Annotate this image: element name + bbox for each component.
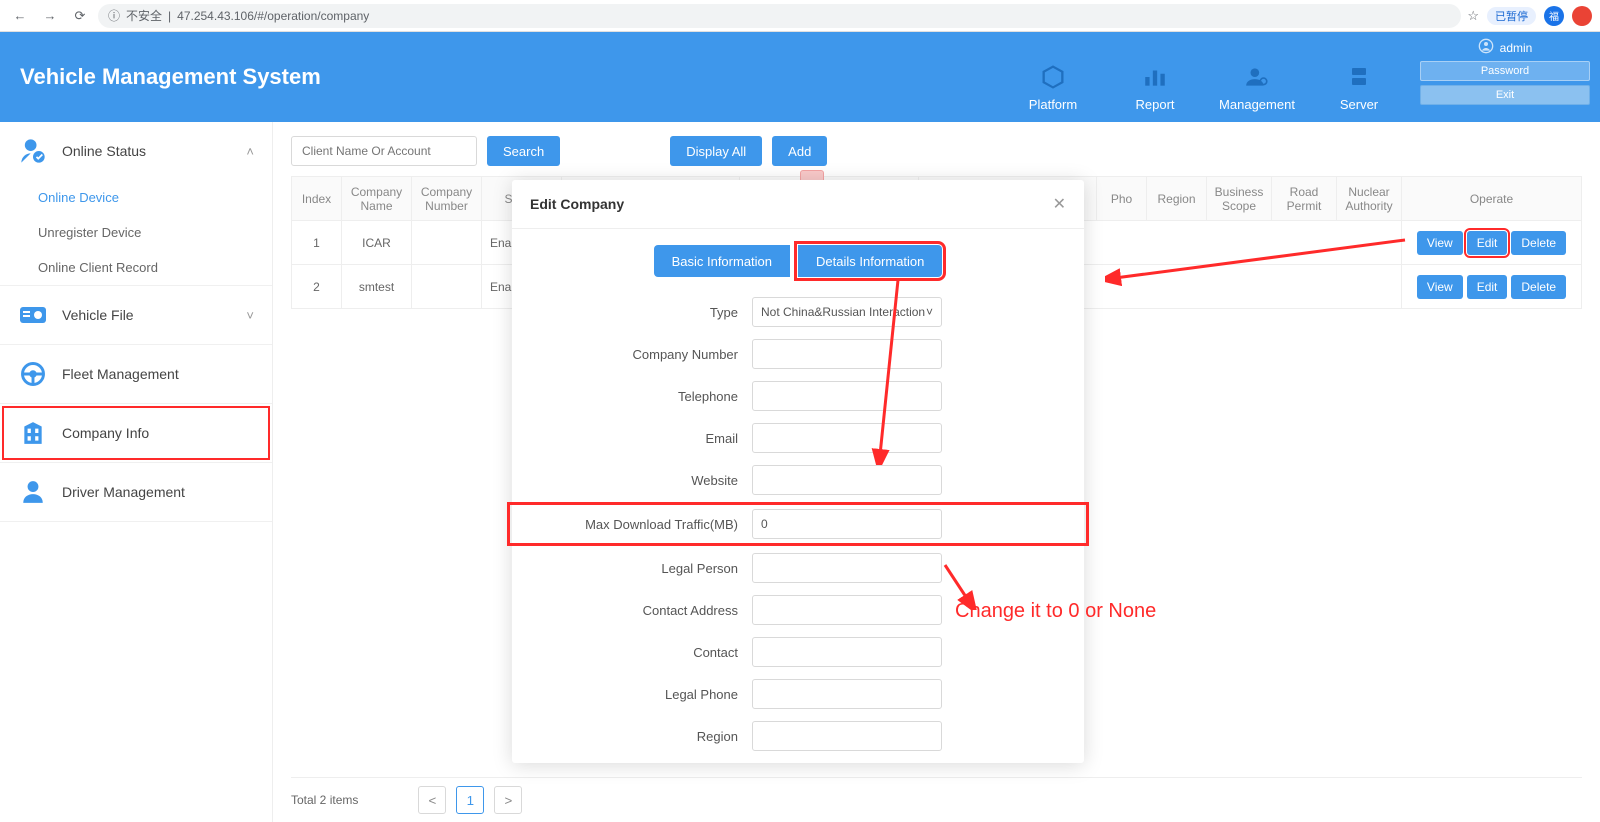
next-page[interactable]: >: [494, 786, 522, 814]
page-1[interactable]: 1: [456, 786, 484, 814]
info-icon: ⓘ: [108, 7, 120, 24]
sidebar-company-info[interactable]: Company Info: [0, 404, 272, 462]
row-contact: Contact: [512, 637, 1084, 667]
email-input[interactable]: [752, 423, 942, 453]
chevron-down-icon: ˅: [926, 305, 933, 319]
nav-platform[interactable]: Platform: [1002, 59, 1104, 122]
exit-button[interactable]: Exit: [1420, 85, 1590, 105]
driver-icon: [18, 477, 48, 507]
row-company-number: Company Number: [512, 339, 1084, 369]
insecure-label: 不安全: [126, 7, 162, 24]
display-all-button[interactable]: Display All: [670, 136, 762, 166]
annotation-text: Change it to 0 or None: [955, 600, 1156, 623]
url-separator: |: [168, 9, 171, 23]
max-download-input[interactable]: [752, 509, 942, 539]
view-button[interactable]: View: [1417, 231, 1463, 255]
sidebar-online-status[interactable]: Online Status ˄: [0, 122, 272, 180]
car-file-icon: [18, 300, 48, 330]
building-icon: [18, 418, 48, 448]
user-gear-icon: [1206, 59, 1308, 95]
company-number-input[interactable]: [752, 339, 942, 369]
sidebar-unregister-device[interactable]: Unregister Device: [38, 215, 272, 250]
row-legal-phone: Legal Phone: [512, 679, 1084, 709]
pagination: Total 2 items < 1 >: [291, 777, 1582, 822]
password-button[interactable]: Password: [1420, 61, 1590, 81]
nav-report[interactable]: Report: [1104, 59, 1206, 122]
sidebar-online-client-record[interactable]: Online Client Record: [38, 250, 272, 285]
search-button[interactable]: Search: [487, 136, 560, 166]
chevron-down-icon: ˅: [246, 308, 254, 323]
legal-phone-input[interactable]: [752, 679, 942, 709]
sidebar-online-device[interactable]: Online Device: [38, 180, 272, 215]
user-avatar-icon: [1478, 38, 1494, 57]
main-nav: Platform Report Management Server: [1002, 32, 1410, 122]
row-region: Region: [512, 721, 1084, 751]
add-button[interactable]: Add: [772, 136, 827, 166]
total-label: Total 2 items: [291, 793, 358, 807]
legal-person-input[interactable]: [752, 553, 942, 583]
row-telephone: Telephone: [512, 381, 1084, 411]
edit-company-modal: Edit Company ✕ Basic Information Details…: [512, 180, 1084, 763]
app-title: Vehicle Management System: [0, 32, 321, 122]
website-input[interactable]: [752, 465, 942, 495]
sidebar-vehicle-file[interactable]: Vehicle File ˅: [0, 286, 272, 344]
url-bar[interactable]: ⓘ 不安全 | 47.254.43.106/#/operation/compan…: [98, 4, 1461, 28]
tab-basic-info[interactable]: Basic Information: [654, 245, 790, 277]
star-icon[interactable]: ☆: [1467, 8, 1479, 24]
back-icon[interactable]: ←: [8, 4, 32, 28]
delete-button[interactable]: Delete: [1511, 275, 1566, 299]
view-button[interactable]: View: [1417, 275, 1463, 299]
username: admin: [1500, 41, 1533, 55]
edit-button[interactable]: Edit: [1467, 275, 1508, 299]
row-type: Type Not China&Russian Interaction ˅: [512, 297, 1084, 327]
reload-icon[interactable]: ⟳: [68, 4, 92, 28]
sidebar-driver[interactable]: Driver Management: [0, 463, 272, 521]
close-icon[interactable]: ✕: [1053, 194, 1066, 214]
chevron-up-icon: ˄: [246, 144, 254, 159]
tab-details-info[interactable]: Details Information: [798, 245, 942, 277]
forward-icon[interactable]: →: [38, 4, 62, 28]
sidebar: Online Status ˄ Online Device Unregister…: [0, 122, 273, 822]
delete-button[interactable]: Delete: [1511, 231, 1566, 255]
steering-wheel-icon: [18, 359, 48, 389]
modal-title: Edit Company: [530, 196, 624, 212]
annotation-arrow-details: [870, 275, 910, 465]
prev-page[interactable]: <: [418, 786, 446, 814]
nav-server[interactable]: Server: [1308, 59, 1410, 122]
cube-icon: [1002, 59, 1104, 95]
paused-pill[interactable]: 已暂停: [1487, 7, 1536, 25]
search-input[interactable]: [291, 136, 477, 166]
profile-badge[interactable]: 福: [1544, 6, 1564, 26]
telephone-input[interactable]: [752, 381, 942, 411]
edit-button[interactable]: Edit: [1467, 231, 1508, 255]
row-email: Email: [512, 423, 1084, 453]
bar-chart-icon: [1104, 59, 1206, 95]
browser-chrome: ← → ⟳ ⓘ 不安全 | 47.254.43.106/#/operation/…: [0, 0, 1600, 32]
region-input[interactable]: [752, 721, 942, 751]
app-header: Vehicle Management System Platform Repor…: [0, 32, 1600, 122]
user-check-icon: [18, 136, 48, 166]
nav-management[interactable]: Management: [1206, 59, 1308, 122]
row-website: Website: [512, 465, 1084, 495]
extension-icon[interactable]: [1572, 6, 1592, 26]
toolbar: Search Display All Add: [291, 136, 1582, 166]
contact-input[interactable]: [752, 637, 942, 667]
contact-address-input[interactable]: [752, 595, 942, 625]
user-panel: admin Password Exit: [1410, 32, 1600, 122]
type-select[interactable]: Not China&Russian Interaction ˅: [752, 297, 942, 327]
row-max-download: Max Download Traffic(MB): [512, 507, 1084, 541]
url-text: 47.254.43.106/#/operation/company: [177, 9, 369, 23]
server-icon: [1308, 59, 1410, 95]
sidebar-fleet[interactable]: Fleet Management: [0, 345, 272, 403]
annotation-arrow-edit: [1105, 230, 1415, 290]
row-legal-person: Legal Person: [512, 553, 1084, 583]
